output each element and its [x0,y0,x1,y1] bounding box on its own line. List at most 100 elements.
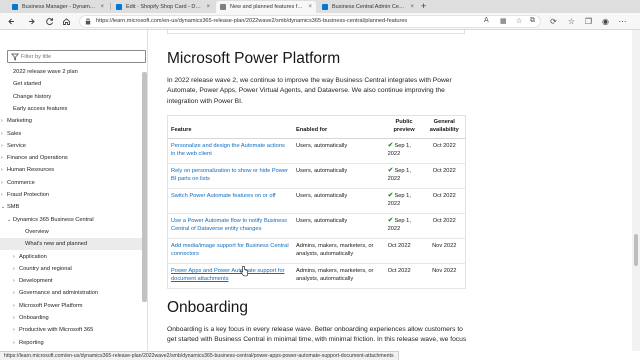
url-text[interactable]: https://learn.microsoft.com/en-us/dynami… [96,18,407,24]
sidebar-item[interactable]: What's new and planned [0,238,142,251]
sidebar-item[interactable]: 2022 release wave 2 plan [0,66,142,78]
collections-toolbar-icon[interactable]: ❐ [583,16,594,27]
sidebar-item[interactable]: Get started [0,78,142,90]
feature-cell: Power Apps and Power Automate support fo… [167,263,293,289]
close-icon[interactable]: × [308,4,312,10]
sidebar-item[interactable]: › Country and regional [0,263,142,275]
read-aloud-icon[interactable]: A [484,17,489,24]
header-general-availability: General availability [424,115,466,139]
sidebar-item[interactable]: › Reporting [0,337,142,349]
feature-link[interactable]: Rely on personalization to show or hide … [171,168,288,182]
refresh-icon[interactable] [44,16,55,27]
general-availability-cell: Oct 2022 [424,138,466,164]
sidebar-item-label: 2022 release wave 2 plan [13,69,78,75]
new-tab-button[interactable]: + [421,1,426,12]
favorite-star-icon[interactable]: ☆ [516,17,522,25]
table-row: Rely on personalization to show or hide … [167,163,466,189]
tab-edit-shopify[interactable]: Edit · Shopify Shop Card - Dynamics × [112,1,214,13]
sidebar-item-label: Human Resources [7,167,55,174]
table-row: Use a Power Automate flow to notify Busi… [167,213,466,239]
filter-icon [11,53,19,61]
sidebar-item[interactable]: ⌄ Dynamics 365 Business Central [0,214,142,226]
feature-link[interactable]: Power Apps and Power Automate support fo… [171,268,285,282]
close-icon[interactable]: × [410,4,414,10]
more-menu-icon[interactable]: ⋯ [617,16,628,27]
dynamics-icon [322,4,328,10]
lock-icon[interactable] [85,18,91,25]
feature-link[interactable]: Switch Power Automate features on or off [171,193,276,199]
sidebar-item[interactable]: Early access features [0,103,142,115]
sidebar-item[interactable]: › Governance and administration [0,287,142,299]
enabled-for-cell: Admins, makers, marketers, or analysts, … [292,238,385,264]
checkmark-icon: ✔ [387,217,394,224]
sidebar-item-label: Marketing [7,118,32,125]
checkmark-icon: ✔ [387,142,394,149]
general-availability-cell: Oct 2022 [424,163,466,189]
close-icon[interactable]: × [206,4,210,10]
sidebar-item[interactable]: › Finance and Operations [0,152,142,164]
sidebar-item[interactable]: › Productive with Microsoft 365 [0,324,142,336]
checkmark-icon: ✔ [387,167,394,174]
sidebar-item[interactable]: › Human Resources [0,164,142,176]
refresh-extension-icon[interactable]: ⟳ [548,16,559,27]
table-row: Add media/image support for Business Cen… [167,238,466,264]
sidebar-item-label: Governance and administration [19,290,99,297]
hand-cursor-icon [240,266,248,277]
app-available-icon[interactable]: ▦ [500,17,507,25]
sidebar-item[interactable]: Overview [0,226,142,238]
table-header-row: Feature Enabled for Public preview Gener… [167,115,466,139]
page-scrollbar-thumb[interactable] [634,234,638,266]
feature-link[interactable]: Use a Power Automate flow to notify Busi… [171,218,287,232]
filter-box[interactable] [7,50,146,63]
collections-icon[interactable]: ⧉ [530,17,535,25]
enabled-for-cell: Admins, makers, marketers, or analysts, … [292,263,385,289]
sidebar-item[interactable]: › Application [0,251,142,263]
home-icon[interactable] [61,16,72,27]
feature-link[interactable]: Add media/image support for Business Cen… [171,243,289,257]
public-preview-date: Oct 2022 [387,243,411,249]
section-heading-power-platform: Microsoft Power Platform [167,50,341,67]
feature-cell: Switch Power Automate features on or off [167,188,293,214]
public-preview-date: Oct 2022 [387,268,411,274]
sidebar-item[interactable]: › Service [0,140,142,152]
profile-icon[interactable]: ◉ [600,16,611,27]
features-table: Feature Enabled for Public preview Gener… [167,115,466,289]
back-icon[interactable] [6,16,17,27]
main-content: Microsoft Power Platform In 2022 release… [149,30,631,351]
favorites-icon[interactable]: ☆ [566,16,577,27]
tab-bc-admin-center[interactable]: Business Central Admin Center × [318,1,418,13]
sidebar-item[interactable]: › Marketing [0,115,142,127]
sidebar-item-label: Change history [13,93,52,100]
feature-cell: Personalize and design the Automate acti… [167,138,293,164]
tab-business-manager[interactable]: Business Manager - Dynamics 365 × [8,1,108,13]
sidebar-item[interactable]: › Development [0,275,142,287]
table-row: Power Apps and Power Automate support fo… [167,263,466,289]
header-enabled-for: Enabled for [292,115,385,139]
onboarding-paragraph: Onboarding is a key focus in every relea… [167,326,467,344]
sidebar-item[interactable]: › Fraud Protection [0,189,142,201]
sidebar-item[interactable]: Change history [0,91,142,103]
sidebar-item-label: SMB [7,204,20,211]
previous-table-fragment [167,30,465,34]
address-bar[interactable]: https://learn.microsoft.com/en-us/dynami… [79,15,541,28]
tab-label: Business Central Admin Center [332,4,406,10]
tab-strip: Business Manager - Dynamics 365 × Edit ·… [0,0,640,13]
filter-input[interactable] [21,52,141,62]
sidebar-item[interactable]: ⌄ SMB [0,201,142,213]
sidebar-item[interactable]: › Microsoft Power Platform [0,300,142,312]
status-bar-link-preview: https://learn.microsoft.com/en-us/dynami… [0,351,399,360]
general-availability-cell: Oct 2022 [424,213,466,239]
sidebar-item[interactable]: › Onboarding [0,312,142,324]
sidebar-item-label: Productive with Microsoft 365 [19,327,94,334]
feature-cell: Use a Power Automate flow to notify Busi… [167,213,293,239]
feature-link[interactable]: Personalize and design the Automate acti… [171,143,285,157]
tab-new-and-planned[interactable]: New and planned features for Dynamics × [216,1,316,13]
sidebar-item[interactable]: › Commerce [0,177,142,189]
general-availability-cell: Nov 2022 [424,263,466,289]
page-scrollbar[interactable] [632,30,640,351]
forward-icon[interactable] [26,16,37,27]
close-icon[interactable]: × [100,4,104,10]
sidebar-scrollbar[interactable] [142,72,147,302]
sidebar-item-label: Country and regional [19,265,72,272]
sidebar-item[interactable]: › Sales [0,128,142,140]
